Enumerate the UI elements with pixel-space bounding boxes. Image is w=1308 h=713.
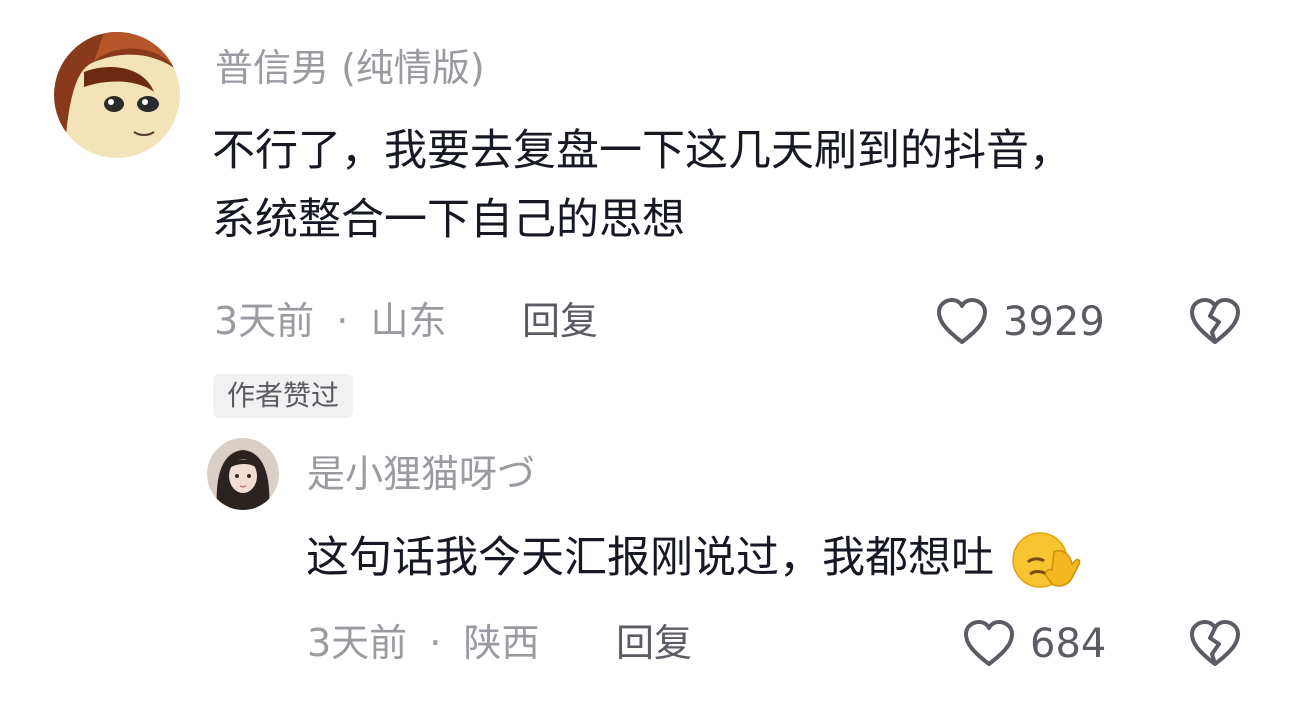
comment-text: 不行了，我要去复盘一下这几天刷到的抖音， 系统整合一下自己的思想	[212, 117, 1272, 255]
reply-username[interactable]: 是小狸猫呀づ	[307, 455, 535, 493]
reply-location: 陕西	[463, 621, 540, 665]
broken-heart-icon	[1188, 618, 1242, 668]
reply-avatar[interactable]	[207, 438, 279, 510]
meta-separator: ·	[429, 621, 442, 665]
comment-text-line-2: 系统整合一下自己的思想	[212, 194, 685, 245]
broken-heart-icon	[1188, 296, 1242, 346]
comment-location: 山东	[370, 299, 447, 343]
comment-like-count: 3929	[1003, 299, 1105, 345]
reply-like-count: 684	[1030, 621, 1107, 667]
heart-outline-icon	[935, 296, 989, 346]
reply-dislike-button[interactable]	[1188, 618, 1242, 668]
reply-time: 3天前	[307, 621, 408, 665]
comment-meta: 3天前 · 山东	[214, 302, 446, 340]
reply-text: 这句话我今天汇报刚说过，我都想吐	[306, 524, 1082, 593]
face-palm-emoji	[1010, 530, 1082, 592]
reply-reply-button[interactable]: 回复	[616, 624, 692, 662]
comment-avatar[interactable]	[54, 32, 180, 158]
reply-text-body: 这句话我今天汇报刚说过，我都想吐	[306, 533, 994, 583]
heart-outline-icon	[962, 618, 1016, 668]
author-liked-badge: 作者赞过	[213, 374, 354, 418]
comment-dislike-button[interactable]	[1188, 296, 1242, 346]
comment-time: 3天前	[214, 299, 315, 343]
comment-reply-button[interactable]: 回复	[522, 302, 598, 340]
comment-username[interactable]: 普信男 (纯情版)	[215, 49, 485, 87]
comment-text-line-1: 不行了，我要去复盘一下这几天刷到的抖音，	[212, 126, 1072, 176]
meta-separator: ·	[336, 299, 349, 343]
reply-meta: 3天前 · 陕西	[307, 624, 539, 662]
